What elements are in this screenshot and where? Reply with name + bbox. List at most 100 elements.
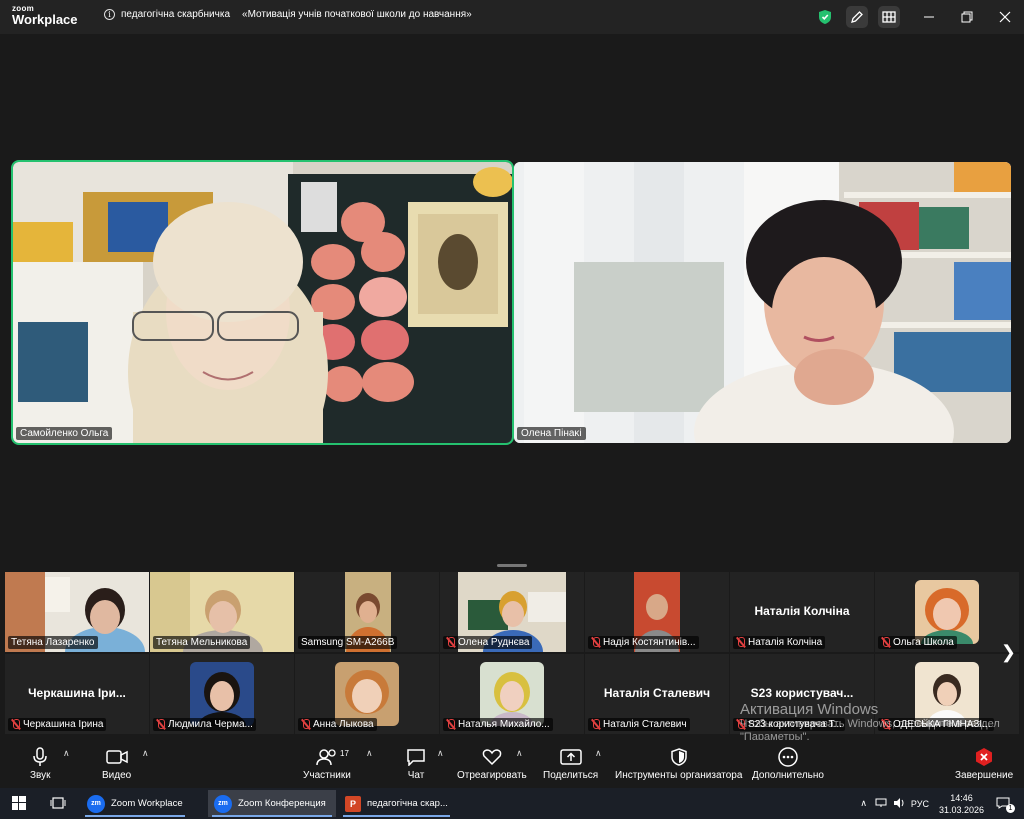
muted-mic-icon xyxy=(881,637,890,648)
video-button[interactable]: Видео xyxy=(102,746,131,781)
react-options-chevron-icon[interactable]: ∧ xyxy=(516,748,523,759)
share-options-chevron-icon[interactable]: ∧ xyxy=(595,748,602,759)
gallery-resize-handle[interactable] xyxy=(497,564,527,567)
muted-mic-icon xyxy=(591,719,600,730)
muted-mic-icon xyxy=(591,637,600,648)
participant-name: Олена Руднєва xyxy=(443,636,533,649)
gallery-tile[interactable]: Людмила Черма... xyxy=(150,654,294,734)
participant-name: Наталія Сталевич xyxy=(588,718,690,731)
participant-name: Наталья Михайло... xyxy=(443,718,553,731)
camera-icon xyxy=(105,746,128,768)
gallery-tile[interactable]: Черкашина Іри... Черкашина Ірина xyxy=(5,654,149,734)
host-tools-button[interactable]: Инструменты организатора xyxy=(615,746,742,781)
close-icon[interactable] xyxy=(986,0,1024,34)
participant-name: Анна Лыкова xyxy=(298,718,377,731)
language-indicator[interactable]: РУС xyxy=(911,799,929,809)
meeting-controls: Звук ∧ Видео ∧ Участники 17 ∧ Чат ∧ Отре… xyxy=(0,740,1024,788)
share-screen-icon xyxy=(559,746,582,768)
participant-avatar xyxy=(480,662,544,726)
participant-display-name: Наталія Колчіна xyxy=(754,604,850,618)
speaker-2-name: Олена Пінаκі xyxy=(517,427,586,440)
zoom-logo: zoom Workplace xyxy=(12,5,78,27)
participant-name: Тетяна Лазаренко xyxy=(8,636,98,649)
encryption-shield-icon[interactable] xyxy=(814,6,836,28)
gallery-tile[interactable]: Наталія Колчіна Наталія Колчіна xyxy=(730,572,874,652)
windows-activation-watermark: Активация Windows Чтобы активировать Win… xyxy=(740,701,1000,743)
clock[interactable]: 14:46 31.03.2026 xyxy=(939,792,984,816)
zoom-app-icon: zm xyxy=(87,794,105,813)
participant-avatar xyxy=(335,662,399,726)
video-tile-speaker-1[interactable]: Самойленко Ольга xyxy=(11,160,514,445)
meeting-topic-part2: «Мотивація учнів початкової школи до нав… xyxy=(242,9,472,20)
gallery-tile[interactable]: Анна Лыкова xyxy=(295,654,439,734)
participant-name: Людмила Черма... xyxy=(153,718,256,731)
gallery-tile[interactable]: Наталія Сталевич Наталія Сталевич xyxy=(585,654,729,734)
gallery-tile[interactable]: Samsung SM-A266B xyxy=(295,572,439,652)
muted-mic-icon xyxy=(736,637,745,648)
zoom-app-icon: zm xyxy=(214,794,232,813)
logo-large: Workplace xyxy=(12,12,78,27)
gallery-tile[interactable]: Тетяна Мельникова xyxy=(150,572,294,652)
taskbar-app-powerpoint[interactable]: P педагогічна скар... xyxy=(339,790,454,817)
audio-button[interactable]: Звук xyxy=(30,746,51,781)
end-call-icon xyxy=(974,746,994,768)
annotate-pen-icon[interactable] xyxy=(846,6,868,28)
chat-options-chevron-icon[interactable]: ∧ xyxy=(437,748,444,759)
view-grid-icon[interactable] xyxy=(878,6,900,28)
gallery-tile[interactable]: Олена Руднєва xyxy=(440,572,584,652)
video-tile-speaker-2[interactable]: Олена Пінаκі xyxy=(514,162,1011,443)
participants-count: 17 xyxy=(340,749,349,758)
shield-icon xyxy=(670,746,687,768)
tray-overflow-chevron-icon[interactable]: ∧ xyxy=(860,798,867,809)
title-bar: zoom Workplace i педагогічна скарбничка … xyxy=(0,0,1024,34)
muted-mic-icon xyxy=(446,637,455,648)
windows-taskbar: zm Zoom Workplace zm Zoom Конференция P … xyxy=(0,788,1024,819)
share-button[interactable]: Поделиться xyxy=(543,746,598,781)
speaker-2-video xyxy=(514,162,1011,443)
task-view-icon[interactable] xyxy=(50,796,66,815)
chat-button[interactable]: Чат xyxy=(406,746,426,781)
network-icon[interactable] xyxy=(875,798,887,810)
gallery-tile[interactable]: Надія Костянтинів... xyxy=(585,572,729,652)
participant-avatar xyxy=(915,580,979,644)
heart-icon xyxy=(482,746,502,768)
gallery-tile[interactable]: Тетяна Лазаренко xyxy=(5,572,149,652)
participant-display-name: Черкашина Іри... xyxy=(28,686,126,700)
gallery-tile[interactable]: Наталья Михайло... xyxy=(440,654,584,734)
windows-start-icon[interactable] xyxy=(12,796,26,815)
powerpoint-icon: P xyxy=(345,795,361,812)
more-dots-icon xyxy=(778,746,798,768)
meeting-topic-part1: педагогічна скарбничка xyxy=(121,9,231,20)
audio-options-chevron-icon[interactable]: ∧ xyxy=(63,748,70,759)
restore-icon[interactable] xyxy=(948,0,986,34)
muted-mic-icon xyxy=(156,719,165,730)
minimize-icon[interactable] xyxy=(910,0,948,34)
taskbar-app-zoom-meeting[interactable]: zm Zoom Конференция xyxy=(208,790,336,817)
participants-icon xyxy=(316,746,338,768)
participant-name: Наталія Колчіна xyxy=(733,636,826,649)
more-button[interactable]: Дополнительно xyxy=(752,746,824,781)
meeting-stage: Самойленко Ольга Олена Пінаκі Тетяна Лаз… xyxy=(0,34,1024,743)
participant-name: Черкашина Ірина xyxy=(8,718,107,731)
taskbar-app-zoom-workplace[interactable]: zm Zoom Workplace xyxy=(81,790,189,817)
participants-options-chevron-icon[interactable]: ∧ xyxy=(366,748,373,759)
participant-name: Samsung SM-A266B xyxy=(298,636,398,649)
muted-mic-icon xyxy=(11,719,20,730)
gallery-tile[interactable]: Ольга Школа xyxy=(875,572,1019,652)
participant-avatar xyxy=(190,662,254,726)
end-meeting-button[interactable]: Завершение xyxy=(955,746,1013,781)
participant-name: Тетяна Мельникова xyxy=(153,636,251,649)
meeting-info[interactable]: i педагогічна скарбничка «Мотивація учні… xyxy=(104,9,472,20)
notifications-icon[interactable]: 1 xyxy=(996,797,1015,813)
participant-name: Надія Костянтинів... xyxy=(588,636,699,649)
video-options-chevron-icon[interactable]: ∧ xyxy=(142,748,149,759)
muted-mic-icon xyxy=(446,719,455,730)
microphone-icon xyxy=(32,746,48,768)
volume-icon[interactable] xyxy=(893,797,905,810)
system-tray: ∧ РУС 14:46 31.03.2026 1 xyxy=(860,788,1024,819)
info-icon[interactable]: i xyxy=(104,9,115,20)
speaker-1-name: Самойленко Ольга xyxy=(16,427,113,440)
chat-bubble-icon xyxy=(406,746,426,768)
gallery-next-page-icon[interactable]: ❯ xyxy=(1001,642,1016,663)
participant-name: Ольга Школа xyxy=(878,636,957,649)
